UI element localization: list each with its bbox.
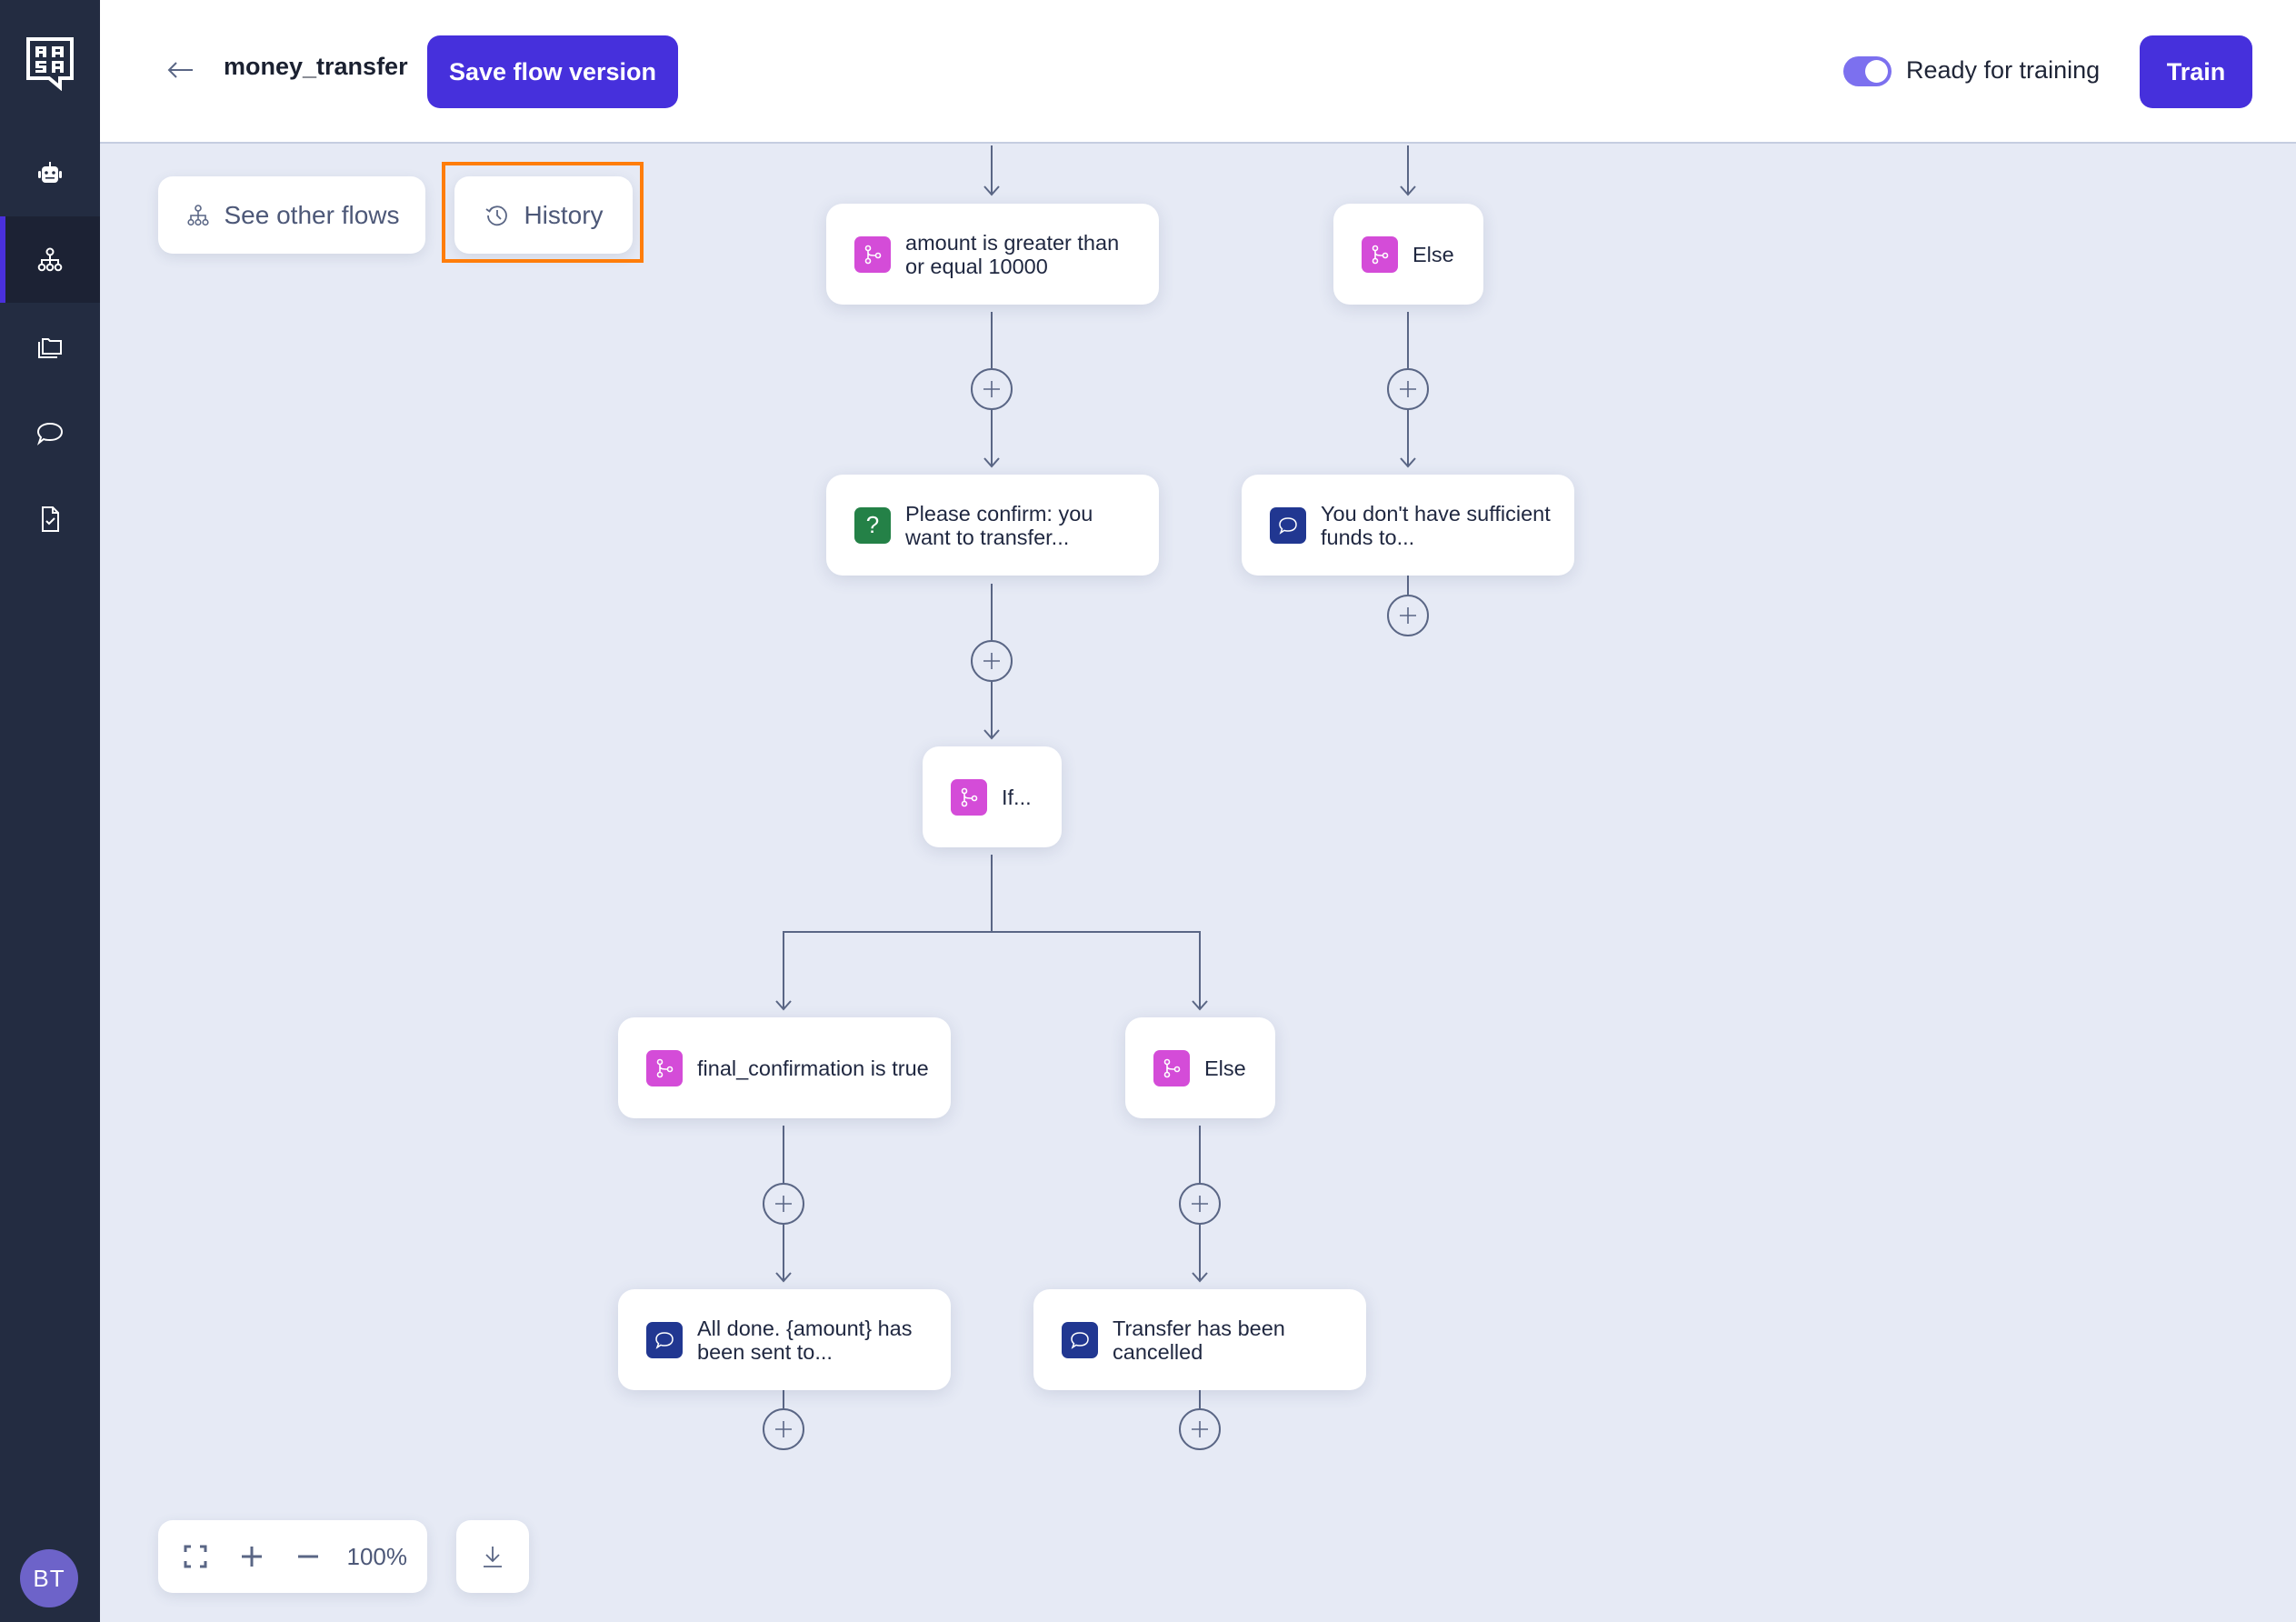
node-label: Transfer has been cancelled [1113, 1316, 1285, 1364]
top-header: money_transfer Save flow version Ready f… [100, 0, 2296, 144]
edge [783, 931, 1201, 1009]
download-icon [484, 1547, 502, 1567]
message-icon [1270, 506, 1306, 544]
arrow-head [1192, 1000, 1208, 1011]
arrow-head [983, 185, 1000, 196]
plus-icon [1192, 1196, 1208, 1212]
sidebar-item-content[interactable] [0, 303, 100, 389]
flow-tree-icon [186, 204, 209, 225]
node-label: Else [1204, 1056, 1246, 1080]
ready-for-training-toggle[interactable] [1843, 56, 1892, 86]
add-step-button[interactable] [1179, 1183, 1221, 1225]
sidebar: BT [0, 0, 100, 1622]
flow-node-condition-amount[interactable]: amount is greater than or equal 10000 [826, 204, 1159, 305]
arrow-head [1192, 1272, 1208, 1283]
download-button[interactable] [456, 1520, 529, 1593]
branch-icon [854, 235, 891, 273]
arrow-left-icon[interactable] [165, 55, 196, 85]
add-step-button[interactable] [971, 368, 1013, 410]
fullscreen-icon [184, 1545, 207, 1568]
flow-node-message-cancelled[interactable]: Transfer has been cancelled [1033, 1289, 1366, 1390]
message-icon [1062, 1321, 1098, 1358]
add-step-button[interactable] [763, 1183, 804, 1225]
zoom-out-button[interactable] [291, 1538, 325, 1575]
arrow-head [775, 1000, 792, 1011]
chat-bubble-icon [36, 422, 64, 446]
save-flow-version-button[interactable]: Save flow version [427, 35, 678, 108]
add-step-button[interactable] [763, 1408, 804, 1450]
plus-icon [775, 1421, 792, 1437]
arrow-head [983, 729, 1000, 740]
node-label: You don't have sufficient funds to... [1321, 501, 1551, 549]
branch-icon [951, 778, 987, 816]
file-check-icon [42, 506, 59, 532]
flow-node-if[interactable]: If... [923, 746, 1062, 847]
branch-icon [1153, 1049, 1190, 1086]
flow-node-message-insufficient[interactable]: You don't have sufficient funds to... [1242, 475, 1574, 576]
flow-node-condition-final-confirmation[interactable]: final_confirmation is true [618, 1017, 951, 1118]
node-label: final_confirmation is true [697, 1056, 929, 1080]
node-label: Else [1413, 242, 1454, 266]
robot-icon [38, 161, 62, 183]
history-button[interactable]: History [454, 176, 633, 254]
add-step-button[interactable] [1387, 595, 1429, 636]
branch-icon [1362, 235, 1398, 273]
node-label: All done. {amount} has been sent to... [697, 1316, 913, 1364]
node-label: Please confirm: you want to transfer... [905, 501, 1093, 549]
see-other-flows-label: See other flows [224, 200, 400, 229]
arrow-head [1400, 457, 1416, 468]
add-step-button[interactable] [971, 640, 1013, 682]
zoom-level-readout: 100% [346, 1542, 407, 1570]
zoom-controls: 100% [158, 1520, 427, 1593]
sidebar-item-tests[interactable] [0, 476, 100, 562]
branch-icon [646, 1049, 683, 1086]
sidebar-item-conversations[interactable] [0, 389, 100, 476]
plus-icon [983, 653, 1000, 669]
plus-icon [1400, 607, 1416, 624]
zoom-in-button[interactable] [235, 1538, 269, 1575]
toggle-knob [1865, 60, 1888, 83]
history-icon [485, 205, 508, 225]
plus-icon [241, 1547, 262, 1567]
arrow-head [1400, 185, 1416, 196]
flow-node-else-top[interactable]: Else [1333, 204, 1483, 305]
train-button[interactable]: Train [2140, 35, 2252, 108]
flow-node-else-bottom[interactable]: Else [1125, 1017, 1275, 1118]
history-label: History [524, 200, 604, 229]
add-step-button[interactable] [1179, 1408, 1221, 1450]
ready-for-training-label: Ready for training [1906, 56, 2101, 84]
add-step-button[interactable] [1387, 368, 1429, 410]
node-label: If... [1002, 785, 1032, 809]
plus-icon [775, 1196, 792, 1212]
plus-icon [983, 381, 1000, 397]
arrow-head [775, 1272, 792, 1283]
plus-icon [1192, 1421, 1208, 1437]
see-other-flows-button[interactable]: See other flows [158, 176, 425, 254]
sidebar-item-assistant[interactable] [0, 130, 100, 216]
message-icon [646, 1321, 683, 1358]
folder-icon [38, 337, 62, 358]
plus-icon [1400, 381, 1416, 397]
user-avatar[interactable]: BT [20, 1549, 78, 1607]
flow-node-message-all-done[interactable]: All done. {amount} has been sent to... [618, 1289, 951, 1390]
node-label: amount is greater than or equal 10000 [905, 230, 1120, 278]
flow-node-question-confirm[interactable]: ? Please confirm: you want to transfer..… [826, 475, 1159, 576]
flow-title: money_transfer [224, 53, 408, 80]
fit-view-button[interactable] [178, 1538, 213, 1575]
sidebar-item-flows[interactable] [0, 216, 100, 303]
minus-icon [297, 1555, 318, 1558]
rasa-logo-icon[interactable] [25, 36, 75, 91]
flow-tree-icon [37, 247, 63, 271]
arrow-head [983, 457, 1000, 468]
question-icon: ? [854, 506, 891, 544]
